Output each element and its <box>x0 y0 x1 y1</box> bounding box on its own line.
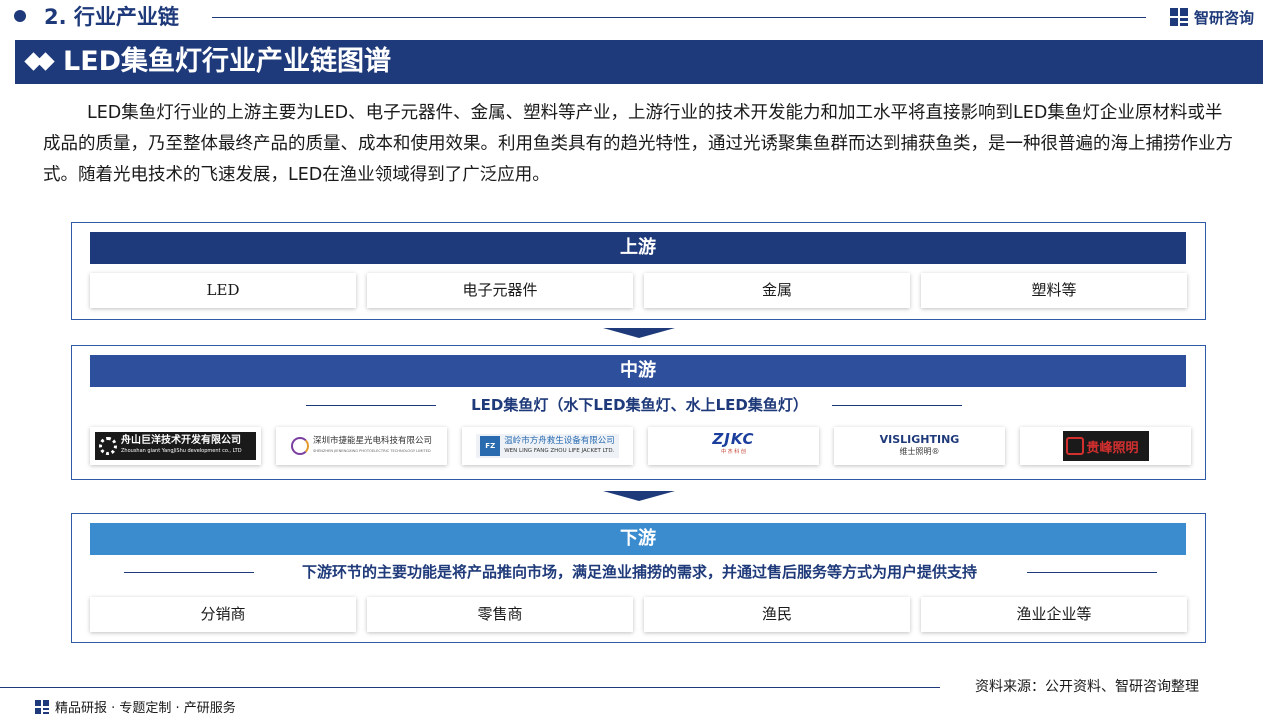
company-logo-zjkc: ZJKC 中 杰 科 创 <box>648 427 819 465</box>
logo-subtext: WEN LING FANG ZHOU LIFE JACKET LTD. <box>504 448 615 454</box>
brand: 智研咨询 <box>1170 6 1254 28</box>
company-logo-fangzhou: FZ 温岭市方舟救生设备有限公司 WEN LING FANG ZHOU LIFE… <box>462 427 633 465</box>
title-banner: LED集鱼灯行业产业链图谱 <box>15 40 1263 84</box>
company-logo-juyang: 舟山巨洋技术开发有限公司 Zhoushan giant YangJiShu de… <box>90 427 261 465</box>
page-title: LED集鱼灯行业产业链图谱 <box>63 46 392 77</box>
footer-divider <box>0 687 940 688</box>
company-logo-jienengxing: 深圳市捷能星光电科技有限公司 SHENZHEN JIENENGXING PHOT… <box>276 427 447 465</box>
logo-text: 深圳市捷能星光电科技有限公司 <box>312 436 432 446</box>
midstream-subtitle-row: LED集鱼灯（水下LED集鱼灯、水上LED集鱼灯） <box>72 393 1207 417</box>
downstream-section: 下游 下游环节的主要功能是将产品推向市场，满足渔业捕捞的需求，并通过售后服务等方… <box>71 513 1206 643</box>
downstream-item: 渔业企业等 <box>921 597 1187 632</box>
midstream-section: 中游 LED集鱼灯（水下LED集鱼灯、水上LED集鱼灯） 舟山巨洋技术开发有限公… <box>71 345 1206 480</box>
downstream-items: 分销商 零售商 渔民 渔业企业等 <box>90 597 1187 632</box>
upstream-item: 塑料等 <box>921 273 1187 308</box>
fz-logo-icon: FZ <box>480 436 501 456</box>
midstream-subtitle: LED集鱼灯（水下LED集鱼灯、水上LED集鱼灯） <box>471 396 808 414</box>
subtitle-divider <box>832 405 962 406</box>
diamond-icon <box>24 50 67 74</box>
logo-text: ZJKC <box>712 430 755 448</box>
gear-logo-icon <box>99 437 117 455</box>
footer-logo-icon <box>35 699 49 714</box>
company-logo-vislighting: VISLIGHTING 维士照明® <box>834 427 1005 465</box>
downstream-item: 分销商 <box>90 597 356 632</box>
upstream-items: LED 电子元器件 金属 塑料等 <box>90 273 1187 308</box>
footer-brand: 精品研报 · 专题定制 · 产研服务 <box>35 697 236 715</box>
footer-tagline: 精品研报 · 专题定制 · 产研服务 <box>55 701 236 715</box>
section-title: 2. 行业产业链 <box>44 5 179 29</box>
logo-text: 舟山巨洋技术开发有限公司 <box>121 435 241 446</box>
downstream-header: 下游 <box>90 523 1186 555</box>
upstream-item: LED <box>90 273 356 308</box>
swirl-logo-icon <box>290 437 309 455</box>
company-logos: 舟山巨洋技术开发有限公司 Zhoushan giant YangJiShu de… <box>90 427 1191 465</box>
logo-subtext: SHENZHEN JIENENGXING PHOTOELECTRIC TECHN… <box>312 449 431 453</box>
data-source: 资料来源：公开资料、智研咨询整理 <box>975 679 1199 695</box>
logo-subtext: Zhoushan giant YangJiShu development co.… <box>121 448 242 454</box>
upstream-item: 金属 <box>644 273 910 308</box>
brand-name: 智研咨询 <box>1194 8 1255 27</box>
logo-text: VISLIGHTING <box>879 433 960 446</box>
upstream-header: 上游 <box>90 232 1186 264</box>
bullet-icon <box>14 10 26 22</box>
logo-subtext: 中 杰 科 创 <box>721 449 746 455</box>
flow-arrow-icon <box>603 326 675 342</box>
intro-paragraph: LED集鱼灯行业的上游主要为LED、电子元器件、金属、塑料等产业，上游行业的技术… <box>43 103 1233 185</box>
header-divider <box>212 17 1146 18</box>
logo-text: 贵峰照明 <box>1086 440 1139 456</box>
subtitle-divider <box>1027 572 1157 573</box>
midstream-header: 中游 <box>90 355 1186 387</box>
brand-logo-icon <box>1170 8 1188 26</box>
logo-text: 温岭市方舟救生设备有限公司 <box>504 436 615 446</box>
logo-subtext: 维士照明® <box>899 447 940 456</box>
upstream-item: 电子元器件 <box>367 273 633 308</box>
downstream-item: 零售商 <box>367 597 633 632</box>
downstream-subtitle-row: 下游环节的主要功能是将产品推向市场，满足渔业捕捞的需求，并通过售后服务等方式为用… <box>72 560 1207 584</box>
company-logo-guifeng: 贵峰照明 <box>1020 427 1191 465</box>
top-header: 2. 行业产业链 智研咨询 <box>0 0 1277 38</box>
downstream-item: 渔民 <box>644 597 910 632</box>
gf-logo-icon <box>1065 437 1084 455</box>
upstream-section: 上游 LED 电子元器件 金属 塑料等 <box>71 222 1206 320</box>
flow-arrow-icon <box>603 489 675 505</box>
